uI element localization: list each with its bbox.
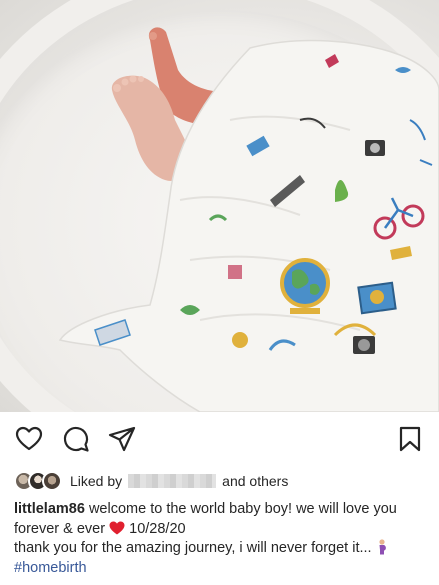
post-actions-bar <box>0 425 439 457</box>
bookmark-icon[interactable] <box>396 425 424 453</box>
liker-avatars <box>14 471 62 491</box>
caption-username[interactable]: littlelam86 <box>14 501 85 517</box>
liked-by-suffix[interactable]: and others <box>222 473 288 489</box>
liked-by-label: Liked by <box>70 473 123 489</box>
hashtag-link[interactable]: #homebirth <box>14 560 87 576</box>
post-caption: littlelam86 welcome to the world baby bo… <box>14 500 429 578</box>
redacted-username <box>128 474 217 488</box>
comment-bubble-icon[interactable] <box>62 425 90 453</box>
caption-text-2: thank you for the amazing journey, i wil… <box>14 540 372 556</box>
caption-date: 10/28/20 <box>129 520 186 537</box>
pregnant-woman-emoji <box>379 539 386 555</box>
heart-outline-icon[interactable] <box>15 425 43 453</box>
avatar <box>42 471 62 491</box>
likes-summary[interactable]: Liked by and others <box>14 470 429 492</box>
red-heart-emoji <box>109 521 125 534</box>
paper-plane-icon[interactable] <box>108 425 136 453</box>
baby-under-blanket-illustration <box>58 27 439 412</box>
post-photo[interactable] <box>0 0 439 412</box>
